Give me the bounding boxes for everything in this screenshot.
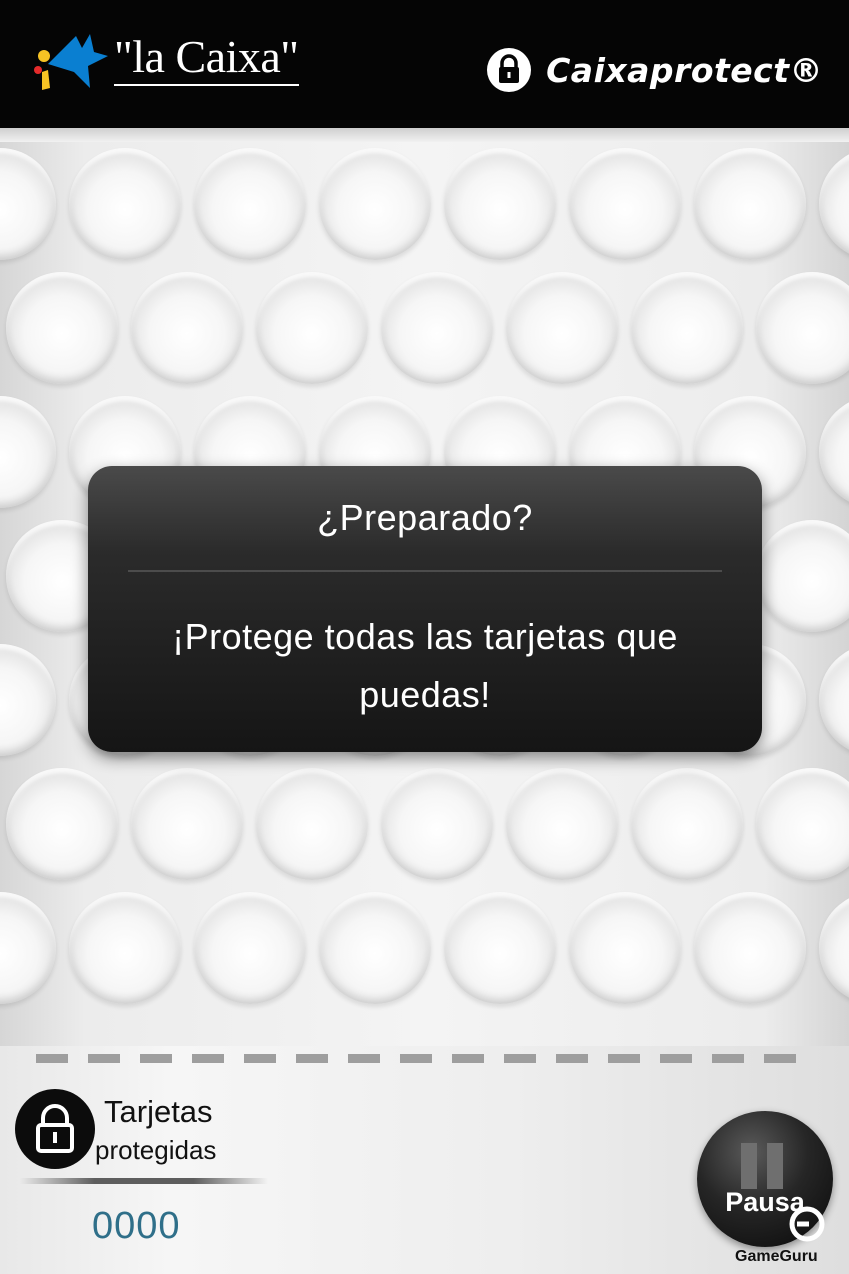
bubble-row [0, 768, 849, 888]
bubble[interactable] [381, 272, 493, 384]
bubble[interactable] [444, 148, 556, 260]
dialog-message: ¡Protege todas las tarjetas que puedas! [172, 616, 678, 715]
bubble[interactable] [256, 768, 368, 880]
dash [36, 1054, 68, 1063]
bubble[interactable] [819, 148, 849, 260]
product-title: Caixaprotect® [486, 44, 823, 96]
bubble[interactable] [6, 768, 118, 880]
bubble-row [0, 272, 849, 392]
bubble[interactable] [506, 768, 618, 880]
bubble[interactable] [631, 272, 743, 384]
dash [192, 1054, 224, 1063]
dash [608, 1054, 640, 1063]
bubble[interactable] [381, 768, 493, 880]
bubble[interactable] [194, 148, 306, 260]
bubble[interactable] [756, 520, 849, 632]
dash [556, 1054, 588, 1063]
dash [88, 1054, 120, 1063]
header-divider [0, 128, 849, 142]
bubble[interactable] [444, 892, 556, 1004]
dash [764, 1054, 796, 1063]
bubble-row [0, 148, 849, 268]
bubble[interactable] [194, 892, 306, 1004]
bubble[interactable] [0, 396, 56, 508]
dash [712, 1054, 744, 1063]
counter-underline [20, 1178, 268, 1184]
ready-dialog[interactable]: ¿Preparado? ¡Protege todas las tarjetas … [88, 466, 762, 752]
product-name: Caixaprotect® [546, 50, 823, 90]
bubble[interactable] [0, 892, 56, 1004]
dash [504, 1054, 536, 1063]
bubble[interactable] [694, 892, 806, 1004]
dash [660, 1054, 692, 1063]
dash [140, 1054, 172, 1063]
bubble[interactable] [631, 768, 743, 880]
counter-label-secondary: protegidas [95, 1135, 217, 1165]
bubble[interactable] [0, 148, 56, 260]
bubble[interactable] [256, 272, 368, 384]
bubble[interactable] [69, 892, 181, 1004]
bubble[interactable] [694, 148, 806, 260]
dialog-divider [128, 570, 722, 572]
bubble[interactable] [756, 768, 849, 880]
brand-name: "la Caixa" [114, 32, 299, 86]
bubble-row [0, 892, 849, 1012]
top-bar: "la Caixa" Caixaprotect® [0, 0, 849, 128]
lock-icon [487, 48, 532, 92]
bubble[interactable] [131, 768, 243, 880]
dialog-title: ¿Preparado? [317, 497, 533, 538]
dash [452, 1054, 484, 1063]
pause-icon [741, 1143, 785, 1189]
bubble[interactable] [319, 892, 431, 1004]
caixa-star-logo-icon [34, 34, 108, 90]
protected-cards-count: 0000 [92, 1205, 181, 1247]
dashed-divider [36, 1054, 816, 1064]
bubble[interactable] [6, 272, 118, 384]
counter-label: Tarjetas [104, 1094, 213, 1129]
bubble[interactable] [819, 644, 849, 756]
dash [348, 1054, 380, 1063]
bubble[interactable] [69, 148, 181, 260]
bubble[interactable] [569, 892, 681, 1004]
watermark-text: GameGuru [735, 1248, 818, 1265]
gameguru-logo-icon [789, 1206, 825, 1242]
bubble[interactable] [0, 644, 56, 756]
bubble[interactable] [506, 272, 618, 384]
bubble[interactable] [319, 148, 431, 260]
dash [244, 1054, 276, 1063]
bubble[interactable] [569, 148, 681, 260]
watermark: GameGuru [727, 1206, 837, 1266]
dash [296, 1054, 328, 1063]
bubble[interactable] [819, 396, 849, 508]
bubble[interactable] [819, 892, 849, 1004]
lock-icon [15, 1089, 95, 1169]
dash [400, 1054, 432, 1063]
bubble[interactable] [131, 272, 243, 384]
bubble[interactable] [756, 272, 849, 384]
